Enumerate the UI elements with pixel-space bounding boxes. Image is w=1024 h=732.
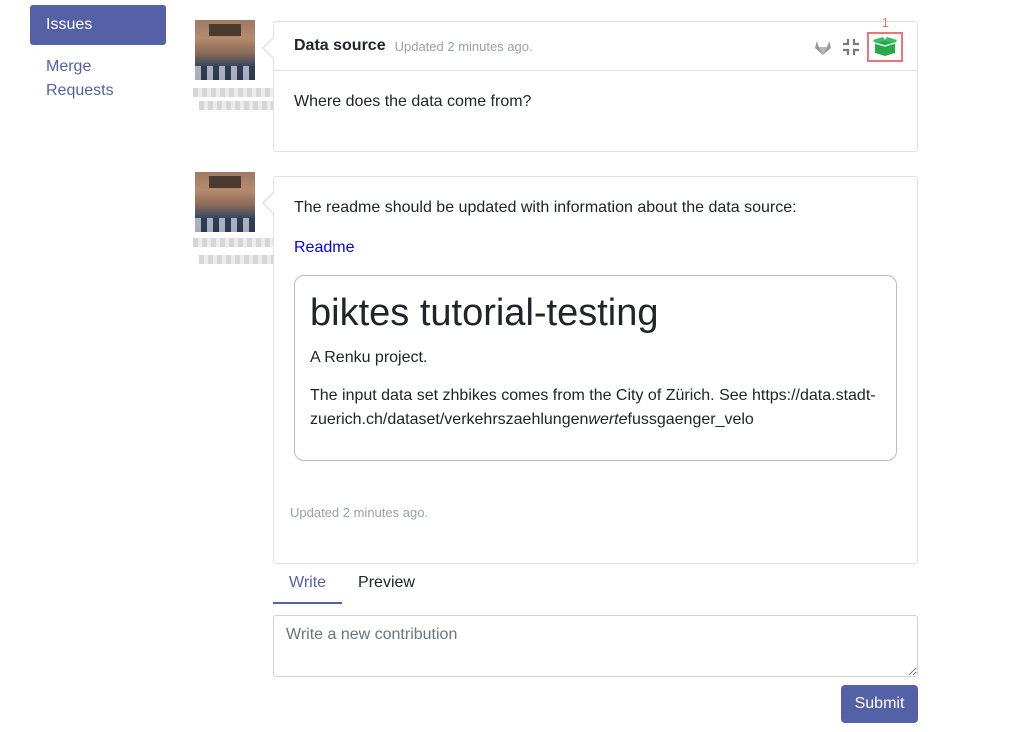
issue-card: Data source Updated 2 minutes ago. 1 Whe… (262, 15, 918, 152)
avatar (195, 172, 255, 232)
gitlab-icon[interactable] (809, 33, 837, 61)
readme-paragraph-text-end: fussgaenger_velo (627, 411, 754, 428)
submit-button[interactable]: Submit (841, 685, 918, 723)
readme-link[interactable]: Readme (294, 239, 897, 257)
sidebar-item-merge-requests[interactable]: Merge Requests (30, 45, 166, 113)
issue-updated: Updated 2 minutes ago. (394, 38, 533, 54)
readme-paragraph: The input data set zhbikes comes from th… (310, 384, 881, 432)
issue-title: Data source (294, 37, 386, 54)
tab-preview[interactable]: Preview (342, 565, 431, 604)
annotation-marker: 1 (881, 15, 889, 30)
contribution-body: The readme should be updated with inform… (274, 177, 917, 461)
issue-card-header: Data source Updated 2 minutes ago. 1 (274, 15, 917, 71)
readme-subtitle: A Renku project. (310, 349, 428, 366)
contributor-name-blurred (193, 238, 273, 247)
new-contribution-input[interactable] (273, 615, 918, 677)
tab-write[interactable]: Write (273, 565, 343, 604)
issue-actions: 1 (809, 15, 903, 62)
contribution-updated: Updated 2 minutes ago. (290, 505, 429, 520)
contributor-avatar-block (193, 172, 275, 264)
open-box-icon[interactable] (867, 32, 903, 62)
author-meta-blurred (199, 101, 273, 110)
readme-paragraph-emphasis: werte (588, 411, 628, 428)
sidebar: Issues Merge Requests (30, 5, 166, 113)
contributor-meta-blurred (199, 255, 273, 264)
editor-tabs: Write Preview (273, 565, 431, 604)
readme-heading: biktes tutorial-testing (310, 292, 659, 334)
avatar (195, 20, 255, 80)
author-avatar-block (193, 20, 275, 110)
contribution-card: The readme should be updated with inform… (262, 176, 918, 564)
issue-body: Where does the data come from? (294, 93, 532, 110)
collapse-icon[interactable] (837, 33, 865, 61)
contribution-text: The readme should be updated with inform… (294, 199, 797, 216)
readme-preview: biktes tutorial-testing A Renku project.… (294, 275, 897, 461)
sidebar-item-issues[interactable]: Issues (30, 5, 166, 45)
author-name-blurred (193, 88, 273, 97)
